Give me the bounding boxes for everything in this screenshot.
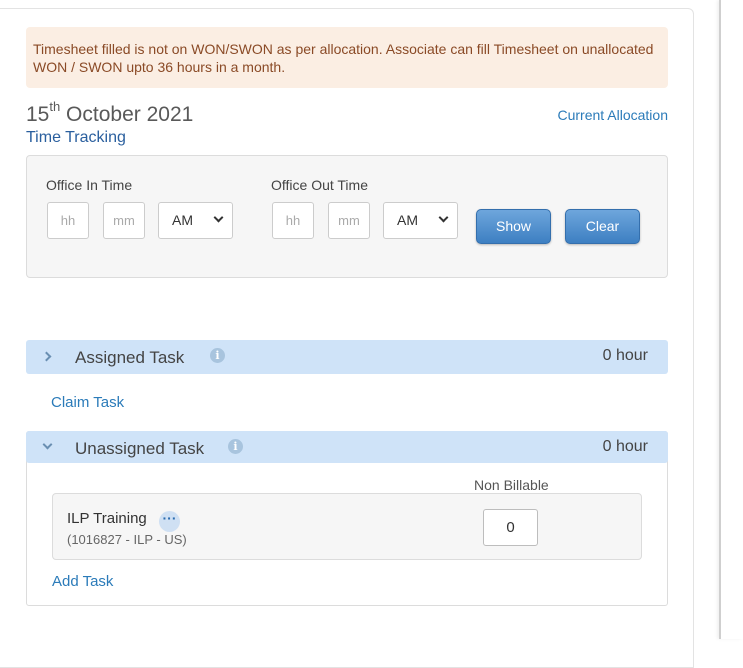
info-icon[interactable]: i — [228, 439, 243, 454]
more-options-icon[interactable]: ··· — [159, 511, 180, 532]
office-in-time-label: Office In Time — [46, 177, 133, 193]
chevron-right-icon — [41, 351, 52, 362]
chevron-down-icon — [438, 212, 449, 223]
date-day-suffix: th — [49, 99, 61, 114]
clear-button[interactable]: Clear — [565, 209, 640, 244]
office-in-ampm-select[interactable]: AM — [158, 202, 233, 239]
office-in-hh-input[interactable] — [47, 202, 89, 239]
office-in-ampm-value: AM — [172, 212, 193, 228]
office-out-mm-input[interactable] — [328, 202, 370, 239]
office-in-mm-input[interactable] — [103, 202, 145, 239]
chevron-down-icon — [42, 439, 53, 450]
chevron-down-icon — [213, 212, 224, 223]
section-title: Time Tracking — [26, 129, 126, 146]
office-time-box: Office In Time Office Out Time AM AM Sho… — [26, 155, 668, 278]
unassigned-task-hours: 0 hour — [602, 438, 648, 455]
date-day: 15 — [26, 103, 50, 126]
claim-task-link[interactable]: Claim Task — [51, 394, 124, 411]
unassigned-task-header[interactable]: Unassigned Task i 0 hour — [26, 431, 668, 463]
task-name: ILP Training — [67, 510, 147, 527]
info-icon[interactable]: i — [210, 348, 225, 363]
office-out-time-label: Office Out Time — [271, 177, 368, 193]
alert-text: Timesheet filled is not on WON/SWON as p… — [33, 41, 654, 75]
window-edge — [719, 0, 743, 639]
non-billable-column-header: Non Billable — [474, 477, 549, 493]
allocation-warning-alert: Timesheet filled is not on WON/SWON as p… — [26, 27, 668, 88]
non-billable-hours-input[interactable]: 0 — [483, 509, 538, 546]
assigned-task-title: Assigned Task — [75, 348, 185, 367]
add-task-link[interactable]: Add Task — [52, 573, 113, 590]
page-date-title: 15th October 2021 — [26, 99, 194, 127]
office-out-ampm-select[interactable]: AM — [383, 202, 458, 239]
unassigned-task-title: Unassigned Task — [75, 439, 205, 458]
show-button[interactable]: Show — [476, 209, 551, 244]
assigned-task-hours: 0 hour — [602, 347, 648, 364]
office-out-ampm-value: AM — [397, 212, 418, 228]
assigned-task-header[interactable]: Assigned Task i 0 hour — [26, 340, 668, 374]
task-code: (1016827 - ILP - US) — [67, 532, 187, 547]
current-allocation-link[interactable]: Current Allocation — [557, 107, 668, 123]
date-month-year: October 2021 — [66, 103, 194, 126]
task-row: ILP Training ··· (1016827 - ILP - US) 0 — [52, 493, 642, 560]
office-out-hh-input[interactable] — [272, 202, 314, 239]
